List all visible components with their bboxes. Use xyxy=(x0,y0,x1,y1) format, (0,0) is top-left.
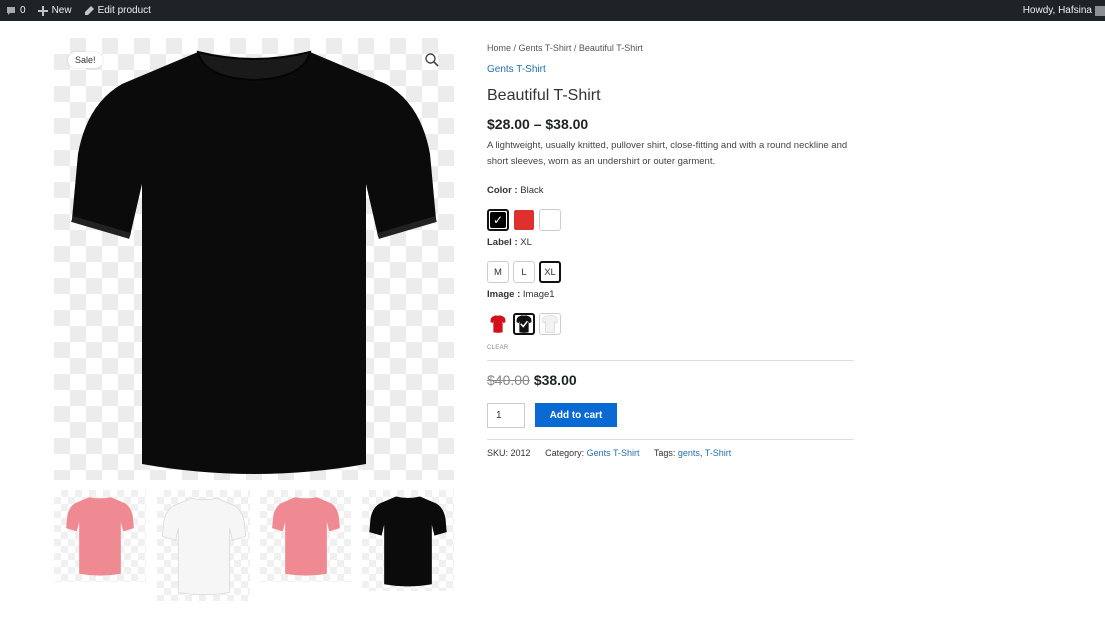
edit-product-link[interactable]: Edit product xyxy=(78,0,157,21)
sale-badge: Sale! xyxy=(68,52,103,68)
color-swatch-white[interactable] xyxy=(539,209,561,231)
size-option-xl[interactable]: XL xyxy=(539,261,561,283)
size-swatches: M L XL xyxy=(487,261,561,283)
breadcrumb[interactable]: Home / Gents T-Shirt / Beautiful T-Shirt xyxy=(487,43,643,53)
red-shirt-icon xyxy=(490,315,506,333)
tags-label: Tags: xyxy=(653,448,676,458)
price-range: $28.00 – $38.00 xyxy=(487,116,589,132)
plus-icon xyxy=(37,5,48,16)
size-option-label: XL xyxy=(544,266,556,278)
add-to-cart-button[interactable]: Add to cart xyxy=(535,403,617,427)
color-swatch-black[interactable]: ✓ xyxy=(487,209,509,231)
comment-icon xyxy=(7,6,15,15)
category-label: Category: xyxy=(545,448,585,458)
image-label: Image : xyxy=(487,289,521,300)
thumbnail-black[interactable] xyxy=(362,490,454,591)
meta-category-link[interactable]: Gents T-Shirt xyxy=(587,448,640,458)
color-value: Black xyxy=(520,185,544,196)
divider xyxy=(487,360,854,361)
color-swatches: ✓ xyxy=(487,209,561,231)
new-content-menu[interactable]: New xyxy=(32,0,78,21)
tshirt-thumb xyxy=(161,497,246,595)
size-option-l[interactable]: L xyxy=(513,261,535,283)
zoom-icon[interactable] xyxy=(424,52,440,68)
tag-link-gents[interactable]: gents xyxy=(678,448,700,458)
account-menu[interactable]: Howdy, Hafsina xyxy=(1017,0,1105,21)
image-attribute-label: Image : Image1 xyxy=(487,289,555,300)
thumbnail-pink[interactable] xyxy=(54,490,146,582)
size-value: XL xyxy=(520,237,532,248)
check-icon: ✓ xyxy=(492,213,504,227)
avatar xyxy=(1095,5,1105,16)
image-swatches xyxy=(487,313,561,335)
tshirt-shape xyxy=(72,52,436,474)
product-meta: SKU: 2012 Category: Gents T-Shirt Tags: … xyxy=(487,448,732,458)
howdy-text: Howdy, Hafsina xyxy=(1022,5,1092,16)
color-attribute-label: Color : Black xyxy=(487,185,543,196)
color-swatch-red[interactable] xyxy=(513,209,535,231)
admin-bar: 0 New Edit product Howdy, Hafsina xyxy=(0,0,1105,21)
product-description: A lightweight, usually knitted, pullover… xyxy=(487,140,848,167)
new-label: New xyxy=(51,5,72,16)
color-label: Color : xyxy=(487,185,518,196)
thumbnail-pink-2[interactable] xyxy=(260,490,351,582)
pencil-icon xyxy=(84,5,94,15)
black-shirt-icon xyxy=(516,315,532,333)
old-price: $40.00 xyxy=(487,372,530,388)
clear-variations-link[interactable]: CLEAR xyxy=(487,345,509,351)
size-option-label: L xyxy=(521,266,527,278)
image-swatch-white[interactable] xyxy=(539,313,561,335)
edit-product-label: Edit product xyxy=(97,5,151,16)
sku-value: 2012 xyxy=(510,448,531,458)
variation-price: $40.00 $38.00 xyxy=(487,372,577,388)
category-link[interactable]: Gents T-Shirt xyxy=(487,64,546,75)
sku-label: SKU: xyxy=(487,448,509,458)
white-shirt-icon xyxy=(542,315,558,333)
size-option-label: M xyxy=(494,266,502,278)
main-product-image[interactable]: Sale! xyxy=(54,38,454,480)
comments-menu[interactable]: 0 xyxy=(0,0,32,21)
product-title: Beautiful T-Shirt xyxy=(487,87,601,104)
tshirt-thumb xyxy=(369,496,447,586)
tshirt-thumb xyxy=(66,497,134,576)
tshirt-thumb xyxy=(271,497,340,576)
image-swatch-black[interactable] xyxy=(513,313,535,335)
divider xyxy=(487,439,854,440)
quantity-input[interactable] xyxy=(487,403,525,428)
image-swatch-red[interactable] xyxy=(487,313,509,335)
size-option-m[interactable]: M xyxy=(487,261,509,283)
size-label: Label : xyxy=(487,237,518,248)
tshirt-image xyxy=(71,50,437,474)
tag-link-tshirt[interactable]: T-Shirt xyxy=(705,448,732,458)
comments-count: 0 xyxy=(20,5,26,16)
image-value: Image1 xyxy=(522,289,555,300)
thumbnail-white[interactable] xyxy=(157,490,250,601)
sale-price: $38.00 xyxy=(533,372,577,388)
size-attribute-label: Label : XL xyxy=(487,237,532,248)
